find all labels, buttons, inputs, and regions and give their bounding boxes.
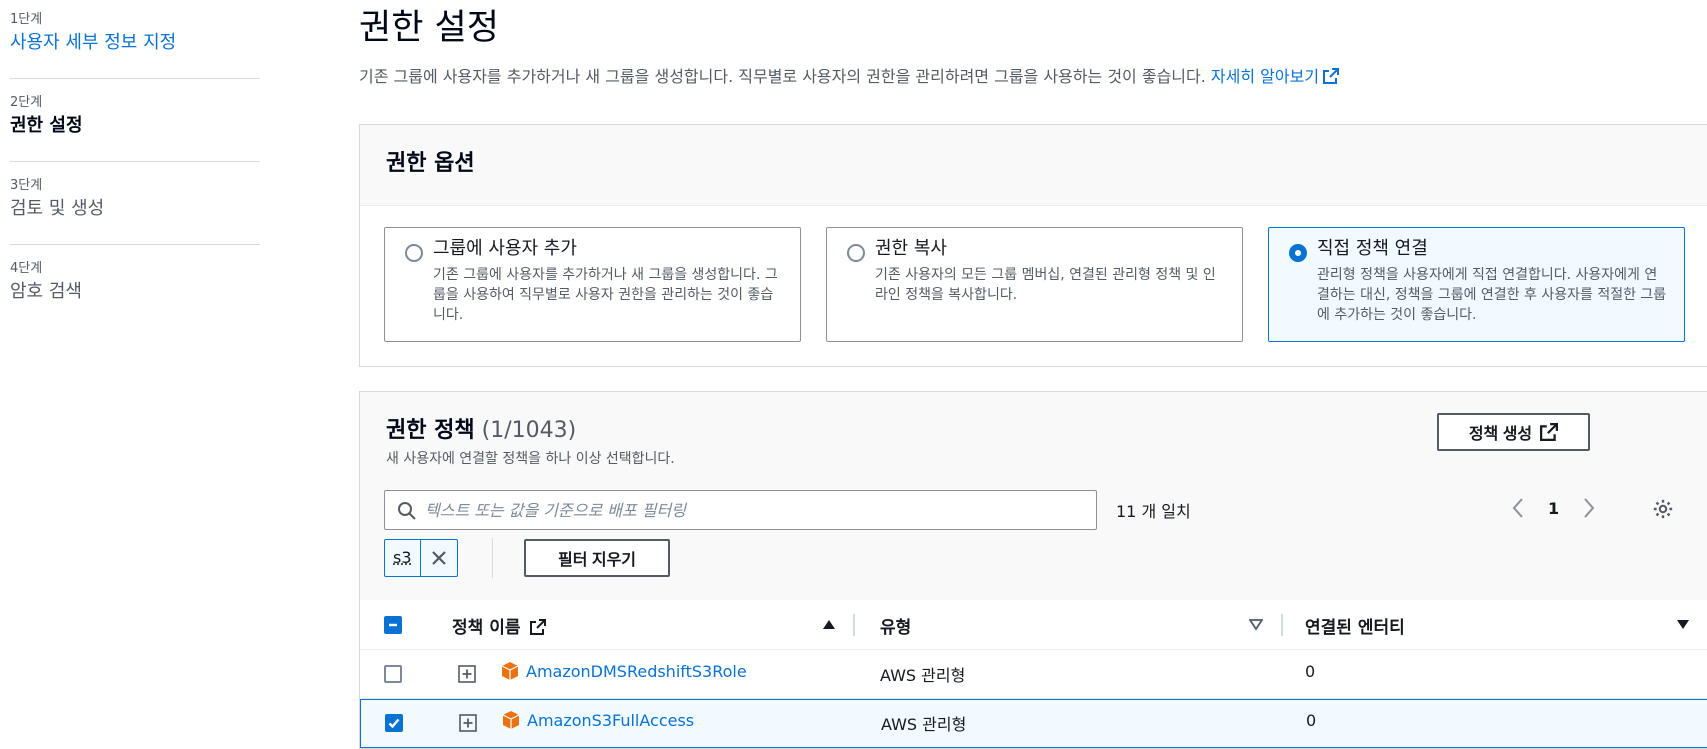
sort-icon[interactable] (1676, 617, 1690, 631)
wizard-steps: 1단계 사용자 세부 정보 지정 2단계 권한 설정 3단계 검토 및 생성 4… (10, 8, 260, 339)
permission-options-title: 권한 옵션 (386, 151, 475, 176)
permission-options-header: 권한 옵션 (360, 125, 1707, 206)
permission-policies-title: 권한 정책 (1/1043) (386, 414, 576, 448)
match-count: 11 개 일치 (1116, 502, 1191, 521)
step-2: 2단계 권한 설정 (10, 91, 260, 162)
policy-name-link[interactable]: AmazonDMSRedshiftS3Role (526, 662, 747, 681)
step-1-link[interactable]: 사용자 세부 정보 지정 (10, 30, 260, 56)
permission-policies-description: 새 사용자에 연결할 정책을 하나 이상 선택합니다. (386, 451, 675, 467)
page-number[interactable]: 1 (1548, 499, 1559, 518)
policy-attached-entities: 0 (1305, 662, 1316, 681)
step-1-number: 1단계 (10, 12, 43, 27)
policy-search (384, 490, 1097, 530)
step-1: 1단계 사용자 세부 정보 지정 (10, 8, 260, 79)
column-divider[interactable] (1281, 614, 1283, 636)
aws-managed-policy-icon (502, 711, 520, 729)
expand-icon[interactable] (458, 665, 476, 683)
permission-policies-panel: 권한 정책 (1/1043) 새 사용자에 연결할 정책을 하나 이상 선택합니… (359, 391, 1707, 749)
step-2-title: 권한 설정 (10, 115, 83, 136)
policy-attached-entities: 0 (1306, 711, 1317, 730)
option-attach-policies-title: 직접 정책 연결 (1317, 238, 1428, 259)
policy-type: AWS 관리형 (881, 715, 967, 734)
step-4-number: 4단계 (10, 261, 43, 276)
expand-icon[interactable] (459, 714, 477, 732)
permission-policies-header: 권한 정책 (1/1043) 새 사용자에 연결할 정책을 하나 이상 선택합니… (360, 392, 1707, 600)
option-attach-policies[interactable]: 직접 정책 연결 관리형 정책을 사용자에게 직접 연결합니다. 사용자에게 연… (1268, 227, 1685, 342)
option-add-to-group-radio[interactable] (405, 244, 423, 262)
sort-icon[interactable] (1249, 617, 1263, 631)
table-row[interactable]: AmazonS3FullAccess AWS 관리형 0 (360, 699, 1707, 748)
filter-token: s3 (384, 539, 458, 577)
permission-options-panel: 권한 옵션 그룹에 사용자 추가 기존 그룹에 사용자를 추가하거나 새 그룹을… (359, 124, 1707, 367)
permission-policies-heading: 권한 정책 (386, 418, 475, 443)
check-icon (388, 718, 400, 729)
create-policy-label: 정책 생성 (1468, 426, 1533, 443)
step-3-number: 3단계 (10, 178, 43, 193)
policy-search-input[interactable] (425, 491, 1085, 529)
external-link-icon (530, 619, 547, 635)
column-divider[interactable] (853, 614, 855, 636)
filter-token-dismiss[interactable] (421, 540, 457, 576)
external-link-icon (1540, 423, 1559, 441)
option-copy-permissions-radio[interactable] (847, 244, 865, 262)
option-copy-permissions-desc: 기존 사용자의 모든 그룹 멤버십, 연결된 관리형 정책 및 인라인 정책을 … (875, 267, 1216, 303)
policies-table: 정책 이름 유형 연결된 엔터티 AmazonDMSRedshiftS3Role… (360, 600, 1707, 748)
search-icon (398, 502, 416, 520)
create-policy-button[interactable]: 정책 생성 (1437, 413, 1590, 451)
table-header: 정책 이름 유형 연결된 엔터티 (360, 600, 1707, 650)
step-3-title: 검토 및 생성 (10, 198, 105, 219)
policy-selection-count: (1/1043) (481, 418, 577, 443)
gear-icon[interactable] (1652, 498, 1674, 520)
step-2-number: 2단계 (10, 95, 43, 110)
step-4-title: 암호 검색 (10, 281, 82, 302)
row-checkbox[interactable] (385, 714, 403, 732)
select-all-checkbox[interactable] (384, 616, 402, 634)
table-row[interactable]: AmazonDMSRedshiftS3Role AWS 관리형 0 (360, 650, 1707, 699)
option-add-to-group-title: 그룹에 사용자 추가 (433, 238, 577, 259)
step-3: 3단계 검토 및 생성 (10, 174, 260, 245)
step-4: 4단계 암호 검색 (10, 257, 260, 327)
policy-type: AWS 관리형 (880, 666, 966, 685)
page-description-text: 기존 그룹에 사용자를 추가하거나 새 그룹을 생성합니다. 직무별로 사용자의… (359, 67, 1206, 86)
option-add-to-group-desc: 기존 그룹에 사용자를 추가하거나 새 그룹을 생성합니다. 그룹을 사용하여 … (433, 267, 778, 323)
sort-ascending-icon[interactable] (822, 617, 836, 631)
option-add-to-group[interactable]: 그룹에 사용자 추가 기존 그룹에 사용자를 추가하거나 새 그룹을 생성합니다… (384, 227, 801, 342)
row-checkbox[interactable] (384, 665, 402, 683)
filter-divider (492, 538, 493, 578)
column-attached-entities[interactable]: 연결된 엔터티 (1305, 613, 1405, 638)
next-page-icon[interactable] (1581, 496, 1597, 520)
filter-token-label[interactable]: s3 (385, 540, 421, 576)
aws-managed-policy-icon (501, 662, 519, 680)
pagination: 1 (1510, 496, 1597, 520)
learn-more-label: 자세히 알아보기 (1210, 67, 1320, 86)
minus-icon (389, 623, 397, 627)
close-icon (431, 551, 446, 565)
column-type[interactable]: 유형 (880, 613, 911, 638)
clear-filters-button[interactable]: 필터 지우기 (524, 539, 670, 577)
option-attach-policies-desc: 관리형 정책을 사용자에게 직접 연결합니다. 사용자에게 연결하는 대신, 정… (1317, 267, 1667, 323)
option-copy-permissions[interactable]: 권한 복사 기존 사용자의 모든 그룹 멤버십, 연결된 관리형 정책 및 인라… (826, 227, 1243, 342)
page-description: 기존 그룹에 사용자를 추가하거나 새 그룹을 생성합니다. 직무별로 사용자의… (359, 66, 1707, 88)
main-content: 권한 설정 기존 그룹에 사용자를 추가하거나 새 그룹을 생성합니다. 직무별… (359, 0, 1707, 749)
page-title: 권한 설정 (359, 8, 499, 48)
option-copy-permissions-title: 권한 복사 (875, 238, 947, 259)
policy-name-link[interactable]: AmazonS3FullAccess (527, 711, 694, 730)
previous-page-icon[interactable] (1510, 496, 1526, 520)
permission-option-tiles: 그룹에 사용자 추가 기존 그룹에 사용자를 추가하거나 새 그룹을 생성합니다… (384, 227, 1685, 342)
learn-more-link[interactable]: 자세히 알아보기 (1210, 67, 1340, 86)
option-attach-policies-radio[interactable] (1289, 244, 1307, 262)
external-link-icon (1323, 68, 1340, 84)
column-policy-name[interactable]: 정책 이름 (452, 613, 547, 638)
column-policy-name-label: 정책 이름 (452, 618, 521, 638)
